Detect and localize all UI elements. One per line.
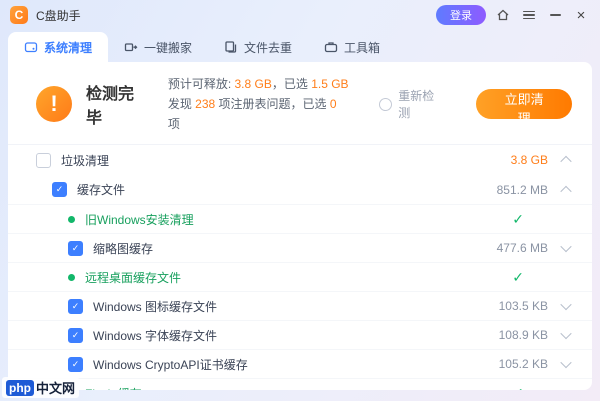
recheck-button[interactable]: 重新检测: [379, 87, 446, 121]
done-dot-icon: [68, 274, 75, 281]
item-label: Flash 缓存: [85, 385, 142, 391]
watermark-text: 中文网: [36, 378, 75, 397]
parent-row-cache-files[interactable]: 缓存文件 851.2 MB: [8, 175, 592, 204]
registry-prefix: 发现: [168, 97, 195, 111]
content-card: ! 检测完毕 预计可释放: 3.8 GB，已选 1.5 GB 发现 238 项注…: [8, 62, 592, 390]
item-label: Windows 图标缓存文件: [93, 298, 217, 315]
clean-now-button[interactable]: 立即清理: [476, 89, 572, 119]
move-icon: [124, 40, 138, 54]
app-title: C盘助手: [36, 7, 81, 24]
chevron-up-icon[interactable]: [560, 185, 571, 196]
list-item[interactable]: 远程桌面缓存文件 ✓: [8, 262, 592, 291]
item-checkbox[interactable]: [68, 328, 83, 343]
item-checkbox[interactable]: [68, 357, 83, 372]
selected-size-value: 1.5 GB: [311, 77, 348, 91]
parent-checkbox[interactable]: [52, 182, 67, 197]
scan-status: 检测完毕: [86, 80, 150, 128]
registry-suffix: 项: [168, 117, 180, 131]
list-item[interactable]: Windows 图标缓存文件 103.5 KB ✓: [8, 291, 592, 320]
close-icon[interactable]: ×: [572, 6, 590, 24]
watermark-badge: php: [6, 380, 34, 396]
item-checkbox[interactable]: [68, 241, 83, 256]
toolbox-icon: [324, 40, 338, 54]
disk-icon: [24, 40, 38, 54]
item-size: 108.9 KB: [499, 328, 548, 342]
registry-selected: 0: [330, 97, 337, 111]
group-label: 垃圾清理: [61, 152, 109, 169]
tab-label: 工具箱: [344, 39, 380, 56]
item-label: 缩略图缓存: [93, 240, 153, 257]
releasable-line: 预计可释放: 3.8 GB，已选 1.5 GB: [168, 74, 352, 94]
group-row-junk-clean[interactable]: 垃圾清理 3.8 GB: [8, 144, 592, 175]
registry-line: 发现 238 项注册表问题，已选 0 项: [168, 94, 352, 134]
chevron-down-icon[interactable]: [560, 328, 571, 339]
scan-summary: ! 检测完毕 预计可释放: 3.8 GB，已选 1.5 GB 发现 238 项注…: [8, 62, 592, 144]
chevron-down-icon[interactable]: [560, 357, 571, 368]
home-icon[interactable]: [494, 6, 512, 24]
watermark: php 中文网: [2, 377, 79, 398]
cleanup-list: 垃圾清理 3.8 GB 缓存文件 851.2 MB 旧Windows安装清理 ✓…: [8, 144, 592, 390]
exclamation-icon: !: [36, 86, 72, 122]
checkmark-icon: ✓: [512, 269, 524, 286]
app-logo-icon: C: [10, 6, 28, 24]
chevron-down-icon[interactable]: [560, 299, 571, 310]
scan-details: 预计可释放: 3.8 GB，已选 1.5 GB 发现 238 项注册表问题，已选…: [168, 74, 352, 134]
refresh-circle-icon: [379, 98, 392, 111]
minimize-icon[interactable]: [546, 6, 564, 24]
done-dot-icon: [68, 216, 75, 223]
tab-file-dedupe[interactable]: 文件去重: [208, 32, 308, 62]
chevron-up-icon[interactable]: [560, 156, 571, 167]
item-size: 105.2 KB: [499, 357, 548, 371]
window-body: 系统清理 一键搬家 文件去重 工具箱 ! 检测完毕 预计可释放:: [8, 32, 592, 390]
tabbar: 系统清理 一键搬家 文件去重 工具箱: [8, 32, 592, 62]
parent-label: 缓存文件: [77, 181, 125, 198]
recheck-label: 重新检测: [398, 87, 446, 121]
tab-label: 一键搬家: [144, 39, 192, 56]
tab-label: 文件去重: [244, 39, 292, 56]
checkmark-icon: ✓: [512, 211, 524, 228]
list-item[interactable]: 旧Windows安装清理 ✓: [8, 204, 592, 233]
item-size: 103.5 KB: [499, 299, 548, 313]
releasable-value: 3.8 GB: [234, 77, 271, 91]
menu-icon[interactable]: [520, 6, 538, 24]
item-label: Windows 字体缓存文件: [93, 327, 217, 344]
item-size: 477.6 MB: [497, 241, 548, 255]
tab-system-clean[interactable]: 系统清理: [8, 32, 108, 62]
releasable-prefix: 预计可释放:: [168, 77, 235, 91]
item-label: Windows CryptoAPI证书缓存: [93, 356, 248, 373]
titlebar: C C盘助手 登录 ×: [0, 0, 600, 30]
cleanup-sublist: 旧Windows安装清理 ✓ 缩略图缓存 477.6 MB ✓ 远程桌面缓存文件…: [8, 204, 592, 390]
tab-toolbox[interactable]: 工具箱: [308, 32, 396, 62]
chevron-down-icon[interactable]: [560, 241, 571, 252]
group-checkbox[interactable]: [36, 153, 51, 168]
app-window: C C盘助手 登录 × 系统清理 一键搬家 文件去重: [0, 0, 600, 401]
dedupe-files-icon: [224, 40, 238, 54]
parent-size: 851.2 MB: [497, 183, 548, 197]
item-label: 远程桌面缓存文件: [85, 269, 181, 286]
list-item[interactable]: Windows 字体缓存文件 108.9 KB ✓: [8, 320, 592, 349]
group-size: 3.8 GB: [511, 153, 548, 167]
registry-mid: 项注册表问题，已选: [215, 97, 330, 111]
list-item[interactable]: Flash 缓存 ✓: [8, 378, 592, 390]
registry-count: 238: [195, 97, 215, 111]
item-label: 旧Windows安装清理: [85, 211, 194, 228]
item-checkbox[interactable]: [68, 299, 83, 314]
tab-label: 系统清理: [44, 39, 92, 56]
tab-one-key-move[interactable]: 一键搬家: [108, 32, 208, 62]
list-item[interactable]: 缩略图缓存 477.6 MB ✓: [8, 233, 592, 262]
login-button[interactable]: 登录: [436, 5, 486, 25]
checkmark-icon: ✓: [512, 385, 524, 391]
list-item[interactable]: Windows CryptoAPI证书缓存 105.2 KB ✓: [8, 349, 592, 378]
releasable-mid: ，已选: [272, 77, 311, 91]
